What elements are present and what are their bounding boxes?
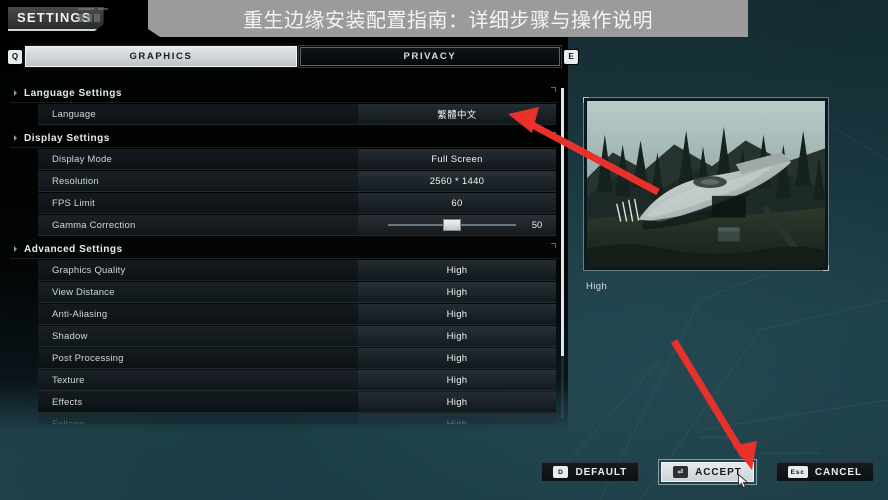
section-header-advanced[interactable]: Advanced Settings [10, 240, 558, 259]
setting-value[interactable]: Full Screen [358, 149, 556, 169]
setting-row-foliage[interactable]: Foliage High [38, 414, 556, 424]
section-header-display[interactable]: Display Settings [10, 129, 558, 148]
section-header-language[interactable]: Language Settings [10, 84, 558, 103]
section-language-settings: Language Settings Language 繁體中文 [10, 84, 558, 125]
settings-scrollbar[interactable] [561, 88, 564, 418]
setting-label: View Distance [52, 286, 115, 298]
setting-value[interactable]: 2560 * 1440 [358, 171, 556, 191]
setting-row-effects[interactable]: Effects High [38, 392, 556, 413]
setting-label: Texture [52, 374, 85, 386]
cancel-button-label: CANCEL [814, 466, 862, 478]
setting-label: Foliage [52, 418, 85, 425]
setting-value[interactable]: High [358, 304, 556, 324]
accept-button-label: ACCEPT [695, 466, 742, 478]
slider-track[interactable] [388, 220, 516, 230]
gamma-slider[interactable]: 50 [358, 215, 556, 235]
key-badge-default: D [553, 466, 569, 478]
default-button[interactable]: D DEFAULT [541, 462, 640, 482]
page-title-banner: 重生边缘安装配置指南：详细步骤与操作说明 [148, 0, 748, 37]
setting-row-fps-limit[interactable]: FPS Limit 60 [38, 193, 556, 214]
header-decoration [78, 8, 108, 22]
slider-thumb[interactable] [444, 220, 460, 230]
setting-row-language[interactable]: Language 繁體中文 [38, 104, 556, 125]
setting-row-view-distance[interactable]: View Distance High [38, 282, 556, 303]
setting-row-resolution[interactable]: Resolution 2560 * 1440 [38, 171, 556, 192]
page-title: 重生边缘安装配置指南：详细步骤与操作说明 [243, 8, 653, 32]
setting-value[interactable]: 60 [358, 193, 556, 213]
setting-label: FPS Limit [52, 197, 95, 209]
setting-label: Display Mode [52, 153, 112, 165]
setting-label: Shadow [52, 330, 88, 342]
corner-marker-top-left [583, 97, 589, 103]
preview-quality-label: High [586, 281, 608, 292]
setting-label: Effects [52, 396, 83, 408]
corner-marker [551, 87, 556, 92]
setting-value[interactable]: High [358, 260, 556, 280]
section-display-settings: Display Settings Display Mode Full Scree… [10, 129, 558, 236]
key-badge-escape: Esc [787, 466, 808, 478]
setting-value[interactable]: High [358, 414, 556, 424]
tab-bar: Q GRAPHICS PRIVACY E [8, 45, 578, 68]
corner-marker [551, 243, 556, 248]
tab-privacy[interactable]: PRIVACY [297, 45, 563, 68]
setting-label: Gamma Correction [52, 219, 136, 231]
setting-row-graphics-quality[interactable]: Graphics Quality High [38, 260, 556, 281]
tab-graphics[interactable]: GRAPHICS [26, 47, 296, 66]
preview-image-spaceship-forest [587, 101, 825, 267]
key-hint-e: E [564, 49, 578, 64]
action-bar: D DEFAULT ⏎ ACCEPT Esc CANCEL [541, 459, 874, 485]
enter-key-icon: ⏎ [673, 466, 689, 478]
default-button-label: DEFAULT [575, 466, 628, 478]
section-title: Display Settings [24, 132, 110, 144]
setting-value[interactable]: 繁體中文 [358, 104, 556, 124]
setting-value[interactable]: High [358, 348, 556, 368]
graphics-preview-panel [583, 97, 829, 271]
setting-label: Resolution [52, 175, 99, 187]
setting-row-display-mode[interactable]: Display Mode Full Screen [38, 149, 556, 170]
setting-label: Anti-Aliasing [52, 308, 108, 320]
setting-row-gamma-correction[interactable]: Gamma Correction 50 [38, 215, 556, 236]
corner-marker-bottom-right [823, 265, 829, 271]
setting-row-shadow[interactable]: Shadow High [38, 326, 556, 347]
scrollbar-thumb[interactable] [561, 88, 564, 356]
setting-label: Graphics Quality [52, 264, 126, 276]
key-hint-q: Q [8, 49, 22, 64]
chevron-right-icon [14, 246, 17, 252]
setting-value[interactable]: High [358, 392, 556, 412]
setting-row-anti-aliasing[interactable]: Anti-Aliasing High [38, 304, 556, 325]
corner-marker [551, 132, 556, 137]
setting-row-texture[interactable]: Texture High [38, 370, 556, 391]
chevron-right-icon [14, 135, 17, 141]
section-advanced-settings: Advanced Settings Graphics Quality High … [10, 240, 558, 424]
chevron-right-icon [14, 90, 17, 96]
setting-value[interactable]: High [358, 370, 556, 390]
section-title: Language Settings [24, 87, 122, 99]
mouse-cursor-icon [738, 474, 749, 489]
slider-value: 50 [531, 219, 543, 231]
setting-value[interactable]: High [358, 282, 556, 302]
setting-row-post-processing[interactable]: Post Processing High [38, 348, 556, 369]
setting-value[interactable]: High [358, 326, 556, 346]
cancel-button[interactable]: Esc CANCEL [775, 462, 874, 482]
setting-label: Post Processing [52, 352, 124, 364]
settings-list[interactable]: Language Settings Language 繁體中文 Display … [10, 84, 558, 424]
setting-label: Language [52, 108, 96, 120]
section-title: Advanced Settings [24, 243, 123, 255]
